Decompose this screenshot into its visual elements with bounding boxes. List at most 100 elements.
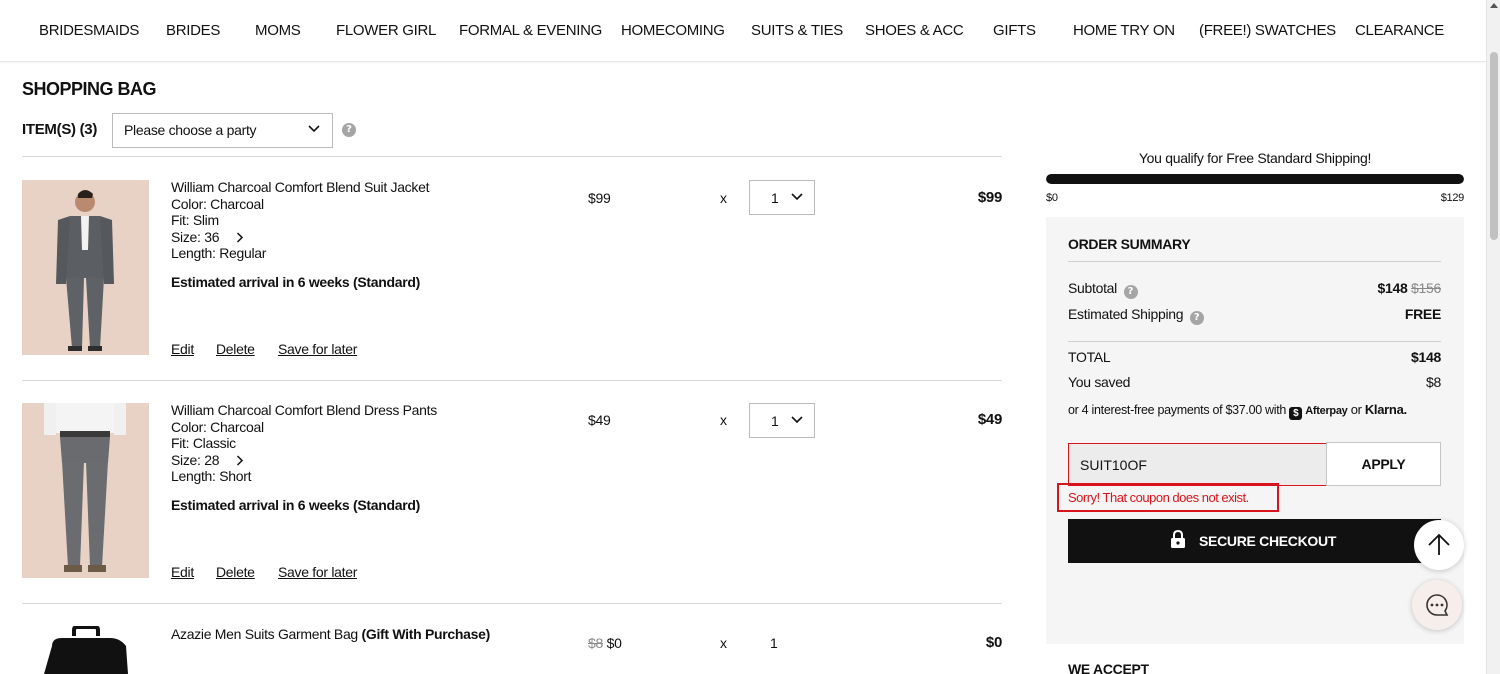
- estimated-arrival: Estimated arrival in 6 weeks (Standard): [171, 497, 420, 513]
- item-color: Color: Charcoal: [171, 419, 264, 435]
- secure-checkout-label: SECURE CHECKOUT: [1199, 533, 1337, 549]
- divider: [22, 603, 1002, 604]
- item-name[interactable]: Azazie Men Suits Garment Bag (Gift With …: [171, 626, 490, 642]
- nav-home-try-on[interactable]: HOME TRY ON: [1073, 22, 1175, 39]
- quantity-select[interactable]: 1: [749, 403, 815, 438]
- save-for-later-link[interactable]: Save for later: [278, 564, 357, 580]
- quantity-multiplier: x: [720, 635, 727, 651]
- original-price: $8: [588, 635, 603, 651]
- subtotal-value: $148 $156: [1378, 280, 1442, 296]
- nav-swatches[interactable]: (FREE!) SWATCHES: [1199, 22, 1336, 39]
- edit-link[interactable]: Edit: [171, 564, 194, 580]
- quantity-multiplier: x: [720, 412, 727, 428]
- item-line-total: $0: [985, 634, 1002, 651]
- product-image-garment-bag[interactable]: [22, 626, 149, 674]
- chevron-right-icon: [236, 232, 243, 243]
- item-fit: Fit: Slim: [171, 212, 219, 228]
- coupon-error-message: Sorry! That coupon does not exist.: [1057, 483, 1279, 512]
- item-name[interactable]: William Charcoal Comfort Blend Suit Jack…: [171, 179, 429, 195]
- delete-link[interactable]: Delete: [216, 341, 255, 357]
- lock-icon: [1171, 530, 1185, 548]
- back-to-top-button[interactable]: [1414, 520, 1464, 570]
- save-for-later-link[interactable]: Save for later: [278, 341, 357, 357]
- nav-formal-evening[interactable]: FORMAL & EVENING: [459, 22, 602, 39]
- quantity-select[interactable]: 1: [749, 180, 815, 215]
- you-saved-value: $8: [1426, 374, 1441, 390]
- order-summary-title: ORDER SUMMARY: [1068, 236, 1191, 252]
- divider: [1068, 341, 1441, 342]
- shipping-max-label: $129: [1440, 192, 1465, 204]
- total-value: $148: [1411, 349, 1441, 365]
- nav-homecoming[interactable]: HOMECOMING: [621, 22, 725, 39]
- nav-bridesmaids[interactable]: BRIDESMAIDS: [39, 22, 139, 39]
- nav-gifts[interactable]: GIFTS: [993, 22, 1036, 39]
- subtotal-label: Subtotal ?: [1068, 280, 1138, 299]
- top-navigation: BRIDESMAIDS BRIDES MOMS FLOWER GIRL FORM…: [0, 0, 1486, 62]
- subtotal-original: $156: [1411, 280, 1441, 296]
- item-size[interactable]: Size: 36: [171, 229, 244, 245]
- product-image-dress-pants[interactable]: [22, 403, 149, 578]
- nav-clearance[interactable]: CLEARANCE: [1355, 22, 1444, 39]
- quantity-multiplier: x: [720, 190, 727, 206]
- estimated-shipping-value: FREE: [1404, 306, 1441, 322]
- nav-shoes-acc[interactable]: SHOES & ACC: [865, 22, 964, 39]
- coupon-input[interactable]: [1068, 443, 1327, 486]
- free-shipping-message: You qualify for Free Standard Shipping!: [1138, 150, 1372, 166]
- item-fit: Fit: Classic: [171, 435, 236, 451]
- order-summary-panel: ORDER SUMMARY Subtotal ? $148 $156 Estim…: [1046, 217, 1464, 644]
- secure-checkout-button[interactable]: SECURE CHECKOUT: [1068, 519, 1441, 563]
- arrow-up-icon: [1428, 533, 1450, 555]
- item-line-total: $99: [977, 189, 1002, 206]
- chevron-right-icon: [236, 455, 243, 466]
- sale-price: $0: [606, 635, 622, 651]
- divider: [22, 380, 1002, 381]
- delete-link[interactable]: Delete: [216, 564, 255, 580]
- you-saved-label: You saved: [1068, 374, 1131, 390]
- total-label: TOTAL: [1068, 349, 1111, 365]
- page-title: SHOPPING BAG: [22, 79, 157, 99]
- nav-flower-girl[interactable]: FLOWER GIRL: [336, 22, 436, 39]
- klarna-logo[interactable]: Klarna.: [1365, 402, 1407, 417]
- item-line-total: $49: [977, 411, 1002, 428]
- item-name[interactable]: William Charcoal Comfort Blend Dress Pan…: [171, 402, 437, 418]
- afterpay-icon: $: [1289, 407, 1303, 420]
- help-icon[interactable]: ?: [1123, 285, 1138, 299]
- estimated-shipping-label-text: Estimated Shipping: [1068, 306, 1184, 322]
- item-size[interactable]: Size: 28: [171, 452, 244, 468]
- progress-fill: [1046, 174, 1464, 184]
- gift-with-purchase-tag: (Gift With Purchase): [361, 626, 491, 642]
- shipping-min-label: $0: [1046, 192, 1058, 204]
- edit-link[interactable]: Edit: [171, 341, 194, 357]
- scrollbar-thumb[interactable]: [1490, 52, 1498, 240]
- item-price: $49: [588, 412, 611, 428]
- afterpay-logo[interactable]: Afterpay: [1305, 405, 1348, 417]
- item-length: Length: Regular: [171, 245, 267, 261]
- divider: [1068, 261, 1441, 262]
- items-count: ITEM(S) (3): [22, 121, 98, 138]
- item-length: Length: Short: [171, 468, 252, 484]
- subtotal-amount: $148: [1377, 280, 1408, 296]
- scroll-up-arrow-icon[interactable]: [1490, 3, 1498, 8]
- nav-brides[interactable]: BRIDES: [166, 22, 220, 39]
- apply-coupon-button[interactable]: APPLY: [1326, 442, 1441, 486]
- installments-or: or: [1350, 402, 1362, 417]
- item-color: Color: Charcoal: [171, 196, 264, 212]
- chevron-down-icon: [791, 416, 803, 424]
- party-select-value: Please choose a party: [124, 122, 257, 138]
- installments-info: or 4 interest-free payments of $37.00 wi…: [1068, 402, 1407, 420]
- nav-suits-ties[interactable]: SUITS & TIES: [751, 22, 843, 39]
- free-shipping-progress-bar: [1046, 174, 1464, 184]
- item-price: $99: [588, 190, 611, 206]
- help-icon[interactable]: ?: [342, 123, 356, 137]
- help-icon[interactable]: ?: [1189, 311, 1204, 325]
- nav-moms[interactable]: MOMS: [255, 22, 301, 39]
- estimated-arrival: Estimated arrival in 6 weeks (Standard): [171, 274, 420, 290]
- chat-button[interactable]: [1412, 580, 1462, 630]
- chevron-down-icon: [308, 125, 320, 133]
- page-scrollbar[interactable]: [1486, 0, 1500, 674]
- divider: [22, 156, 1002, 157]
- party-select[interactable]: Please choose a party: [112, 113, 333, 148]
- quantity-value: 1: [771, 413, 779, 429]
- subtotal-label-text: Subtotal: [1068, 280, 1117, 296]
- product-image-suit-jacket[interactable]: [22, 180, 149, 355]
